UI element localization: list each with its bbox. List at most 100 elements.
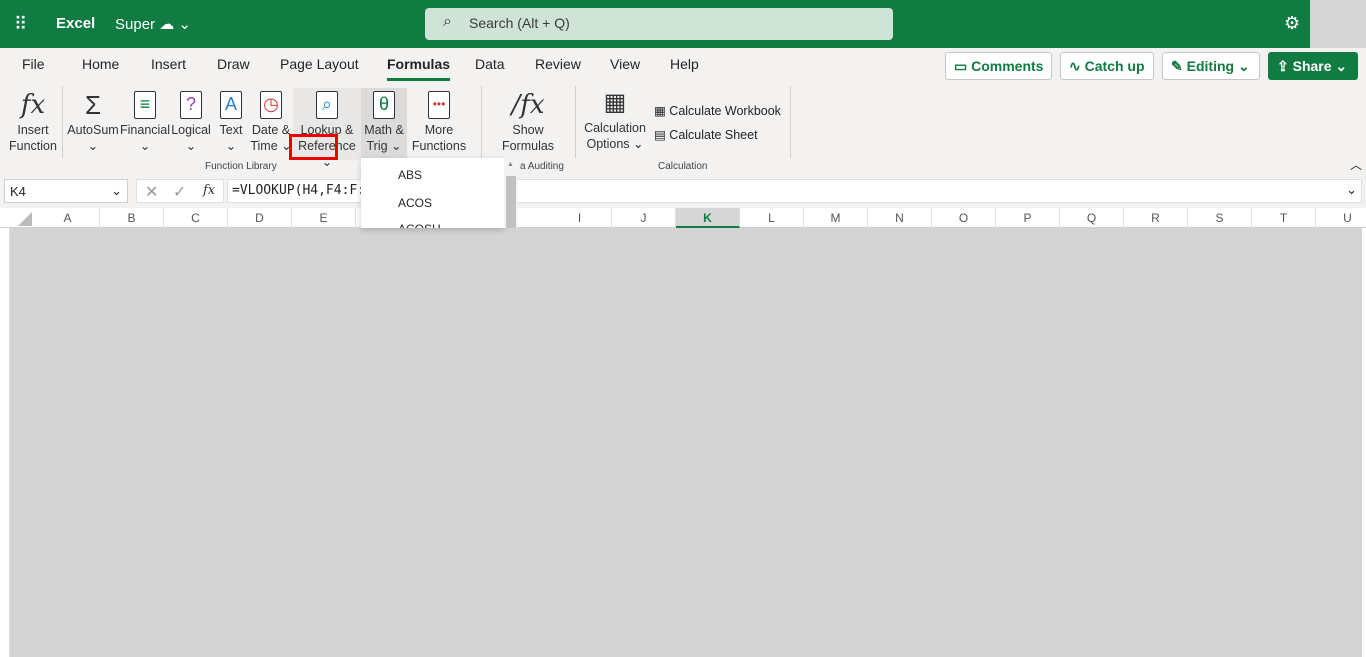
- label: Function: [9, 139, 57, 153]
- pulse-icon: ∿: [1069, 58, 1085, 74]
- column-header-s[interactable]: S: [1188, 208, 1252, 228]
- show-formulas-button[interactable]: /fx Show Formulas: [498, 88, 558, 154]
- column-header-k[interactable]: K: [676, 208, 740, 228]
- column-header-e[interactable]: E: [292, 208, 356, 228]
- check-icon[interactable]: ✓: [173, 182, 186, 202]
- column-header-j[interactable]: J: [612, 208, 676, 228]
- expand-formula-icon[interactable]: ⌄: [1346, 182, 1357, 198]
- label: Options: [586, 137, 630, 151]
- insert-function-button[interactable]: fx Insert Function: [8, 88, 58, 154]
- column-header-l[interactable]: L: [740, 208, 804, 228]
- label: Date &: [251, 123, 291, 137]
- group-label-function-library: Function Library: [205, 161, 277, 172]
- text-book-icon: A: [220, 91, 242, 119]
- pencil-icon: ✎: [1171, 58, 1187, 74]
- tab-help[interactable]: Help: [670, 56, 699, 72]
- divider: [62, 86, 63, 158]
- column-header-q[interactable]: Q: [1060, 208, 1124, 228]
- search-icon: ⌕: [443, 13, 452, 30]
- calculator-icon: ▦: [654, 104, 670, 118]
- chevron-down-icon[interactable]: ⌄: [111, 183, 122, 199]
- comments-label: Comments: [971, 58, 1044, 74]
- tab-file[interactable]: File: [22, 56, 45, 72]
- title-bar: ⠿ Excel Super ☁ ⌄ ⌕ Search (Alt + Q) ⚙: [0, 0, 1366, 48]
- dropdown-scrollbar[interactable]: ▲: [504, 158, 518, 228]
- comments-button[interactable]: ▭ Comments: [945, 52, 1052, 80]
- column-header-d[interactable]: D: [228, 208, 292, 228]
- divider: [575, 86, 576, 158]
- catch-up-button[interactable]: ∿ Catch up: [1060, 52, 1154, 80]
- tab-home[interactable]: Home: [82, 56, 119, 72]
- calculate-sheet-button[interactable]: ▤ Calculate Sheet: [654, 127, 758, 142]
- sheet-calculator-icon: ▤: [654, 128, 670, 142]
- collapse-ribbon-icon[interactable]: ︿: [1350, 156, 1362, 173]
- show-formulas-icon: /fx: [511, 90, 545, 120]
- label: Functions: [411, 139, 467, 153]
- column-header-n[interactable]: N: [868, 208, 932, 228]
- column-header-m[interactable]: M: [804, 208, 868, 228]
- tab-view[interactable]: View: [610, 56, 640, 72]
- label: Calculation: [584, 121, 646, 135]
- menu-item-abs[interactable]: ABS: [398, 168, 422, 182]
- sigma-icon: Σ: [84, 90, 102, 120]
- label: Insert: [17, 123, 49, 137]
- column-header-u[interactable]: U: [1316, 208, 1366, 228]
- menu-item-acosh[interactable]: ACOSH: [398, 222, 441, 228]
- share-button[interactable]: ⇪ Share ⌄: [1268, 52, 1358, 80]
- app-name: Excel: [56, 15, 96, 32]
- logical-button[interactable]: ? Logical ⌄: [170, 88, 212, 154]
- clock-book-icon: ◷: [260, 91, 282, 119]
- column-header-p[interactable]: P: [996, 208, 1060, 228]
- column-header-c[interactable]: C: [164, 208, 228, 228]
- tab-draw[interactable]: Draw: [217, 56, 250, 72]
- group-label-calculation: Calculation: [658, 161, 708, 172]
- tab-insert[interactable]: Insert: [151, 56, 186, 72]
- editing-button[interactable]: ✎ Editing ⌄: [1162, 52, 1260, 80]
- column-header-o[interactable]: O: [932, 208, 996, 228]
- math-trig-button[interactable]: θ Math & Trig ⌄: [361, 88, 407, 160]
- name-box[interactable]: K4 ⌄: [4, 179, 128, 203]
- app-launcher-icon[interactable]: ⠿: [14, 14, 34, 34]
- scroll-up-icon[interactable]: ▲: [507, 161, 514, 168]
- tab-formulas[interactable]: Formulas: [387, 56, 451, 81]
- fx-icon: fx: [20, 90, 46, 120]
- financial-button[interactable]: ≡ Financial ⌄: [120, 88, 170, 154]
- tab-review[interactable]: Review: [535, 56, 581, 72]
- divider: [790, 86, 791, 158]
- document-title: Super: [115, 16, 156, 33]
- label: Formulas: [501, 139, 555, 153]
- label: Show: [512, 123, 544, 137]
- column-header-a[interactable]: A: [36, 208, 100, 228]
- label: Logical: [171, 123, 211, 137]
- column-header-t[interactable]: T: [1252, 208, 1316, 228]
- search-input[interactable]: ⌕ Search (Alt + Q): [425, 8, 893, 40]
- date-time-button[interactable]: ◷ Date & Time ⌄: [250, 88, 292, 154]
- profile-area[interactable]: [1310, 0, 1366, 53]
- tab-page-layout[interactable]: Page Layout: [280, 56, 359, 72]
- column-header-i[interactable]: I: [548, 208, 612, 228]
- menu-item-acos[interactable]: ACOS: [398, 196, 432, 210]
- divider: [481, 86, 482, 158]
- highlight-box: [289, 134, 338, 160]
- calculation-options-button[interactable]: ▦ Calculation Options ⌄: [583, 86, 647, 152]
- column-header-r[interactable]: R: [1124, 208, 1188, 228]
- label: Time: [250, 139, 278, 153]
- text-button[interactable]: A Text ⌄: [214, 88, 248, 154]
- math-trig-dropdown: ABS ACOS ACOSH: [361, 158, 504, 228]
- select-all-button[interactable]: [18, 212, 32, 226]
- catch-up-label: Catch up: [1084, 58, 1145, 74]
- gear-icon[interactable]: ⚙: [1284, 13, 1300, 34]
- cancel-icon[interactable]: ✕: [145, 182, 158, 202]
- label: Calculate Workbook: [669, 104, 781, 118]
- column-header-b[interactable]: B: [100, 208, 164, 228]
- label: Calculate Sheet: [669, 128, 758, 142]
- tab-data[interactable]: Data: [475, 56, 505, 72]
- autosum-button[interactable]: Σ AutoSum ⌄: [66, 88, 120, 154]
- group-label-formula-auditing: a Auditing: [520, 161, 564, 172]
- calculate-workbook-button[interactable]: ▦ Calculate Workbook: [654, 103, 781, 118]
- scrollbar-thumb[interactable]: [506, 176, 516, 228]
- cloud-icon: ☁ ⌄: [159, 16, 191, 33]
- fx-icon[interactable]: fx: [203, 183, 215, 198]
- document-name[interactable]: Super ☁ ⌄: [115, 15, 191, 33]
- label: Text: [219, 123, 243, 137]
